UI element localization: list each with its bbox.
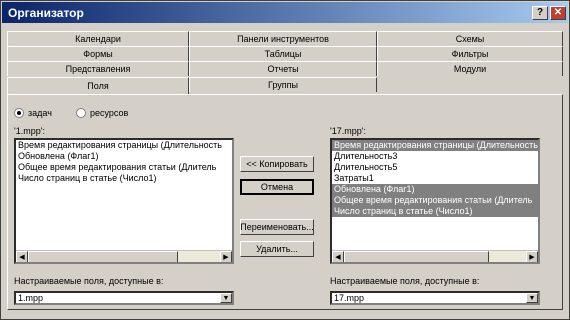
close-button[interactable]: ✕ (550, 5, 566, 20)
right-list[interactable]: Время редактирования страницы (Длительно… (330, 138, 540, 264)
list-item[interactable]: Время редактирования страницы (Длительно… (16, 140, 232, 151)
scroll-left-icon[interactable]: ◀ (16, 251, 28, 262)
left-fields-label: Настраиваемые поля, доступные в: (14, 276, 164, 286)
radio-dot-selected (14, 108, 24, 118)
list-item[interactable]: Общее время редактирования статьи (Длите… (16, 162, 232, 173)
help-button[interactable]: ? (532, 5, 548, 20)
list-item[interactable]: Число страниц в статье (Число1) (16, 173, 232, 184)
tab-reports[interactable]: Отчеты (189, 61, 377, 76)
left-hscrollbar[interactable]: ◀ ▶ (16, 250, 232, 262)
scroll-thumb[interactable] (344, 251, 489, 262)
list-item[interactable]: Число страниц в статье (Число1) (332, 206, 538, 217)
right-combo-value: 17.mpp (334, 293, 365, 303)
radio-resources-label: ресурсов (90, 108, 129, 118)
scroll-thumb[interactable] (28, 251, 178, 262)
tab-row-3: Представления Отчеты Модули (7, 61, 563, 76)
radio-dot (76, 108, 86, 118)
chevron-down-icon[interactable]: ▼ (526, 293, 538, 303)
radio-tasks[interactable]: задач (14, 108, 52, 118)
copy-button[interactable]: << Копировать (240, 156, 314, 172)
scroll-right-icon[interactable]: ▶ (220, 251, 232, 262)
tab-row-2: Формы Таблицы Фильтры (7, 46, 563, 61)
right-list-label: '17.mpp': (330, 126, 366, 136)
right-hscrollbar[interactable]: ◀ ▶ (332, 250, 538, 262)
right-fields-label: Настраиваемые поля, доступные в: (330, 276, 480, 286)
left-list-label: '1.mpp': (14, 126, 45, 136)
tab-calendars[interactable]: Календари (7, 31, 189, 46)
scroll-track[interactable] (344, 251, 526, 262)
scroll-right-icon[interactable]: ▶ (526, 251, 538, 262)
list-item[interactable]: Обновлена (Флаг1) (332, 184, 538, 195)
cancel-button[interactable]: Отмена (240, 179, 314, 195)
tab-modules[interactable]: Модули (377, 61, 563, 76)
list-item[interactable]: Время редактирования страницы (Длительно… (332, 140, 538, 151)
list-item[interactable]: Общее время редактирования статьи (Длите… (332, 195, 538, 206)
fields-panel: задач ресурсов '1.mpp': Время редактиров… (7, 94, 563, 310)
title-bar: Организатор ? ✕ (2, 2, 568, 23)
tab-row-4: Поля Группы (7, 77, 377, 94)
radio-resources[interactable]: ресурсов (76, 108, 128, 118)
tab-toolbars[interactable]: Панели инструментов (189, 31, 377, 46)
left-file-combo[interactable]: 1.mpp ▼ (14, 291, 234, 305)
tab-row-1: Календари Панели инструментов Схемы (7, 31, 563, 46)
tab-filters[interactable]: Фильтры (377, 46, 563, 61)
list-item[interactable]: Затраты1 (332, 173, 538, 184)
window-title: Организатор (8, 5, 84, 20)
right-file-combo[interactable]: 17.mpp ▼ (330, 291, 540, 305)
tab-fields[interactable]: Поля (7, 77, 189, 94)
left-list[interactable]: Время редактирования страницы (Длительно… (14, 138, 234, 264)
rename-button[interactable]: Переименовать... (240, 219, 314, 235)
tab-groups[interactable]: Группы (189, 77, 377, 92)
organizer-window: Организатор ? ✕ Календари Панели инструм… (0, 0, 570, 320)
tab-forms[interactable]: Формы (7, 46, 189, 61)
delete-button[interactable]: Удалить... (240, 241, 314, 257)
chevron-down-icon[interactable]: ▼ (220, 293, 232, 303)
tab-tables[interactable]: Таблицы (189, 46, 377, 61)
list-item[interactable]: Длительность3 (332, 151, 538, 162)
tab-maps[interactable]: Схемы (377, 31, 563, 46)
scroll-track[interactable] (28, 251, 220, 262)
scroll-left-icon[interactable]: ◀ (332, 251, 344, 262)
left-combo-value: 1.mpp (18, 293, 44, 303)
list-item[interactable]: Длительность5 (332, 162, 538, 173)
radio-tasks-label: задач (28, 108, 52, 118)
tab-views[interactable]: Представления (7, 61, 189, 76)
list-item[interactable]: Обновлена (Флаг1) (16, 151, 232, 162)
